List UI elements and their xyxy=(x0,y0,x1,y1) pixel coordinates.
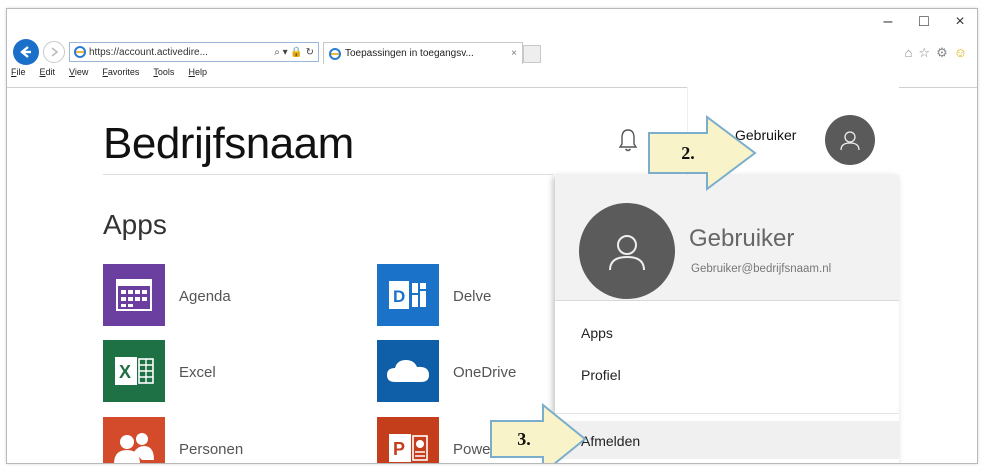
ie-icon xyxy=(329,47,341,60)
menu-help[interactable]: Help xyxy=(188,67,207,77)
new-tab-button[interactable] xyxy=(523,45,541,63)
svg-text:P: P xyxy=(393,439,405,459)
signout-button[interactable]: Afmelden xyxy=(555,421,899,459)
panel-divider xyxy=(555,413,899,414)
browser-chrome: – □ × https://account.activedire... ⌕ ▾ … xyxy=(7,9,977,89)
forward-button[interactable] xyxy=(43,41,65,63)
svg-text:X: X xyxy=(119,362,131,382)
close-window-button[interactable]: × xyxy=(953,13,967,31)
app-tile-personen[interactable] xyxy=(103,417,165,463)
smiley-feedback-icon[interactable]: ☺ xyxy=(954,45,967,61)
menu-view[interactable]: View xyxy=(69,67,88,77)
arrow-left-icon xyxy=(20,46,31,58)
app-label-personen[interactable]: Personen xyxy=(179,441,243,458)
tab-active[interactable]: Toepassingen in toegangsv... × xyxy=(323,42,523,64)
menu-item-apps[interactable]: Apps xyxy=(581,325,613,341)
callout-label-2: 2. xyxy=(681,142,695,163)
app-label-onedrive[interactable]: OneDrive xyxy=(453,364,516,381)
person-icon xyxy=(609,235,645,271)
app-tile-excel[interactable]: X xyxy=(103,340,165,402)
minimize-button[interactable]: – xyxy=(881,13,895,31)
excel-icon: X xyxy=(115,357,154,385)
address-bar[interactable]: https://account.activedire... ⌕ ▾ 🔒 ↻ xyxy=(69,42,319,62)
company-brand: Bedrijfsnaam xyxy=(103,119,354,168)
person-icon xyxy=(840,131,860,151)
menu-bar: File Edit View Favorites Tools Help xyxy=(11,67,207,77)
app-tile-onedrive[interactable] xyxy=(377,340,439,402)
app-tile-agenda[interactable] xyxy=(103,264,165,326)
home-icon[interactable]: ⌂ xyxy=(905,45,913,61)
account-email: Gebruiker@bedrijfsnaam.nl xyxy=(691,263,832,275)
header-avatar[interactable] xyxy=(825,115,875,165)
browser-window: – □ × https://account.activedire... ⌕ ▾ … xyxy=(6,8,978,464)
app-label-agenda[interactable]: Agenda xyxy=(179,288,231,305)
app-tile-delve[interactable]: D xyxy=(377,264,439,326)
menu-favorites[interactable]: Favorites xyxy=(102,67,139,77)
svg-text:D: D xyxy=(393,287,405,306)
powerpoint-icon: P xyxy=(389,434,428,462)
menu-edit[interactable]: Edit xyxy=(40,67,56,77)
window-controls: – □ × xyxy=(881,13,967,31)
address-tools[interactable]: ⌕ ▾ 🔒 ↻ xyxy=(274,47,314,58)
menu-tools[interactable]: Tools xyxy=(153,67,174,77)
account-avatar xyxy=(579,203,675,299)
browser-toolbar-icons: ⌂ ☆ ⚙ ☺ xyxy=(905,45,967,61)
delve-icon: D xyxy=(389,281,426,309)
arrow-right-icon xyxy=(51,47,59,57)
people-icon xyxy=(114,433,154,463)
app-label-excel[interactable]: Excel xyxy=(179,364,216,381)
ie-icon xyxy=(74,46,86,58)
app-label-delve[interactable]: Delve xyxy=(453,288,491,305)
callout-label-3: 3. xyxy=(517,428,531,449)
callout-step-3: 3. xyxy=(501,423,547,455)
header-divider xyxy=(103,174,553,175)
address-url: https://account.activedire... xyxy=(89,46,208,58)
signout-label: Afmelden xyxy=(581,433,641,449)
bell-icon[interactable] xyxy=(617,127,639,153)
favorites-star-icon[interactable]: ☆ xyxy=(918,45,930,61)
apps-heading: Apps xyxy=(103,209,167,240)
onedrive-icon xyxy=(387,360,429,382)
tab-title: Toepassingen in toegangsv... xyxy=(345,48,474,59)
maximize-button[interactable]: □ xyxy=(917,13,931,31)
account-summary: Gebruiker Gebruiker@bedrijfsnaam.nl xyxy=(555,175,899,301)
account-name: Gebruiker xyxy=(689,225,795,252)
app-label-powerpoint[interactable]: Powe xyxy=(453,441,491,458)
callout-step-2: 2. xyxy=(663,137,713,169)
settings-gear-icon[interactable]: ⚙ xyxy=(936,45,948,61)
account-dropdown-panel: Gebruiker Gebruiker@bedrijfsnaam.nl Apps… xyxy=(555,175,899,463)
menu-item-profiel[interactable]: Profiel xyxy=(581,367,621,383)
menu-file[interactable]: File xyxy=(11,67,26,77)
calendar-icon xyxy=(116,279,152,311)
back-button[interactable] xyxy=(13,39,39,65)
app-tile-powerpoint[interactable]: P xyxy=(377,417,439,463)
tab-close-icon[interactable]: × xyxy=(511,48,517,59)
